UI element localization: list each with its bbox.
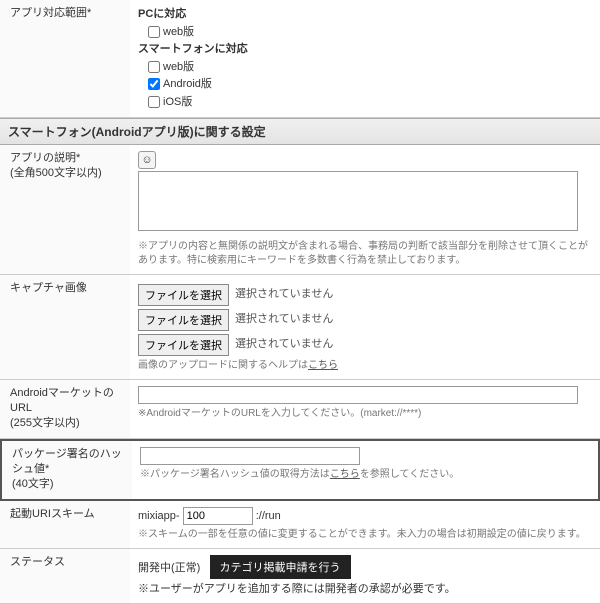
status-value: 開発中(正常) — [138, 562, 200, 574]
uri-prefix: mixiapp- — [138, 510, 180, 522]
label-pc-web: web版 — [163, 24, 194, 41]
uri-suffix: ://run — [256, 510, 281, 522]
textarea-app-description[interactable] — [138, 171, 578, 231]
file-select-button-3[interactable]: ファイルを選択 — [138, 334, 229, 356]
note-status: ※ユーザーがアプリを追加する際には開発者の承認が必要です。 — [138, 582, 592, 597]
row-market-url: AndroidマーケットのURL (255文字以内) ※Androidマーケット… — [0, 380, 600, 439]
link-hash-help[interactable]: こちら — [330, 469, 360, 480]
content-market-url: ※AndroidマーケットのURLを入力してください。(market://***… — [130, 380, 600, 438]
input-package-hash[interactable] — [140, 447, 360, 465]
note-capture: 画像のアップロードに関するヘルプはこちら — [138, 359, 592, 373]
section-header-sp-android: スマートフォン(Androidアプリ版)に関する設定 — [0, 118, 600, 145]
row-uri-scheme: 起動URIスキーム mixiapp- ://run ※スキームの一部を任意の値に… — [0, 501, 600, 549]
content-app-support: PCに対応 web版 スマートフォンに対応 web版 Android版 iOS版 — [130, 0, 600, 117]
row-capture: キャプチャ画像 ファイルを選択 選択されていません ファイルを選択 選択されてい… — [0, 275, 600, 380]
row-package-hash: パッケージ署名のハッシュ値* (40文字) ※パッケージ署名ハッシュ値の取得方法… — [0, 439, 600, 501]
content-uri-scheme: mixiapp- ://run ※スキームの一部を任意の値に変更することができま… — [130, 501, 600, 548]
sp-heading: スマートフォンに対応 — [138, 41, 592, 58]
link-capture-help[interactable]: こちら — [308, 360, 338, 371]
category-apply-button[interactable]: カテゴリ掲載申請を行う — [210, 555, 351, 579]
file-status-2: 選択されていません — [235, 311, 333, 328]
checkbox-sp-android[interactable] — [148, 78, 160, 90]
content-app-description: ☺ ※アプリの内容と無関係の説明文が含まれる場合、事務局の判断で該当部分を削除さ… — [130, 145, 600, 274]
row-app-description: アプリの説明* (全角500文字以内) ☺ ※アプリの内容と無関係の説明文が含ま… — [0, 145, 600, 275]
label-capture: キャプチャ画像 — [0, 275, 130, 379]
file-status-1: 選択されていません — [235, 286, 333, 303]
label-app-support: アプリ対応範囲* — [0, 0, 130, 117]
checkbox-sp-web[interactable] — [148, 61, 160, 73]
file-select-button-1[interactable]: ファイルを選択 — [138, 284, 229, 306]
label-package-hash: パッケージ署名のハッシュ値* (40文字) — [2, 441, 132, 499]
checkbox-pc-web[interactable] — [148, 26, 160, 38]
label-status: ステータス — [0, 549, 130, 603]
row-app-support: アプリ対応範囲* PCに対応 web版 スマートフォンに対応 web版 Andr… — [0, 0, 600, 118]
content-status: 開発中(正常) カテゴリ掲載申請を行う ※ユーザーがアプリを追加する際には開発者… — [130, 549, 600, 603]
note-market-url: ※AndroidマーケットのURLを入力してください。(market://***… — [138, 407, 592, 421]
label-sp-ios: iOS版 — [163, 94, 192, 111]
checkbox-sp-ios[interactable] — [148, 96, 160, 108]
input-market-url[interactable] — [138, 386, 578, 404]
pc-heading: PCに対応 — [138, 6, 592, 23]
row-status: ステータス 開発中(正常) カテゴリ掲載申請を行う ※ユーザーがアプリを追加する… — [0, 549, 600, 604]
label-market-url: AndroidマーケットのURL (255文字以内) — [0, 380, 130, 438]
label-sp-web: web版 — [163, 59, 194, 76]
note-app-description: ※アプリの内容と無関係の説明文が含まれる場合、事務局の判断で該当部分を削除させて… — [138, 240, 592, 268]
emoji-icon[interactable]: ☺ — [138, 151, 156, 169]
content-package-hash: ※パッケージ署名ハッシュ値の取得方法はこちらを参照してください。 — [132, 441, 598, 499]
file-status-3: 選択されていません — [235, 336, 333, 353]
label-uri-scheme: 起動URIスキーム — [0, 501, 130, 548]
note-package-hash: ※パッケージ署名ハッシュ値の取得方法はこちらを参照してください。 — [140, 468, 590, 482]
label-sp-android: Android版 — [163, 76, 212, 93]
label-app-description: アプリの説明* (全角500文字以内) — [0, 145, 130, 274]
input-uri-scheme[interactable] — [183, 507, 253, 525]
file-select-button-2[interactable]: ファイルを選択 — [138, 309, 229, 331]
note-uri-scheme: ※スキームの一部を任意の値に変更することができます。未入力の場合は初期設定の値に… — [138, 528, 592, 542]
content-capture: ファイルを選択 選択されていません ファイルを選択 選択されていません ファイル… — [130, 275, 600, 379]
